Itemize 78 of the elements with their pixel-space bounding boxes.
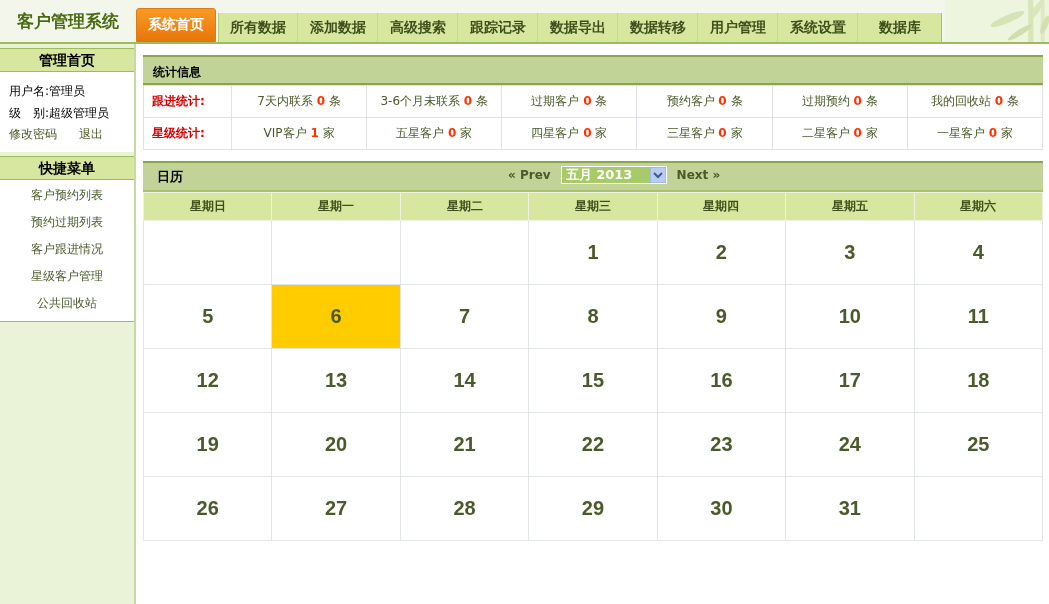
table-cell: 四星客户 0 家 xyxy=(501,117,637,150)
table-cell: 预约客户 0 条 xyxy=(636,85,773,118)
calendar-day[interactable]: 21 xyxy=(400,412,529,477)
calendar-day[interactable]: 13 xyxy=(271,348,401,413)
table-cell: 我的回收站 0 条 xyxy=(907,85,1043,118)
weekday-header: 星期日 xyxy=(143,192,272,221)
calendar-day[interactable]: 9 xyxy=(657,284,786,349)
nav-tab[interactable]: 用户管理 xyxy=(698,13,778,42)
calendar-day[interactable]: 18 xyxy=(914,348,1043,413)
calendar-day[interactable]: 12 xyxy=(143,348,272,413)
user-info: 级 别:超级管理员 xyxy=(9,105,111,122)
weekday-header: 星期四 xyxy=(657,192,786,221)
calendar-day[interactable]: 26 xyxy=(143,476,272,541)
calendar-day[interactable]: 29 xyxy=(528,476,658,541)
nav-tab[interactable]: 数据导出 xyxy=(538,13,618,42)
calendar-day[interactable]: 24 xyxy=(785,412,915,477)
nav-tab[interactable]: 系统设置 xyxy=(778,13,858,42)
sidebar-link[interactable]: 退出 xyxy=(79,124,103,144)
calendar-day[interactable]: 6 xyxy=(271,284,401,349)
calendar-day[interactable]: 10 xyxy=(785,284,915,349)
calendar-day[interactable]: 27 xyxy=(271,476,401,541)
sidebar-link[interactable]: 修改密码 xyxy=(9,124,57,144)
table-cell: VIP客户 1 家 xyxy=(231,117,367,150)
table-cell: 五星客户 0 家 xyxy=(366,117,502,150)
row-label: 星级统计: xyxy=(143,117,232,150)
table-cell: 二星客户 0 家 xyxy=(772,117,908,150)
calendar-day[interactable]: 20 xyxy=(271,412,401,477)
calendar-day[interactable]: 19 xyxy=(143,412,272,477)
logo: 客户管理系统 xyxy=(16,9,120,33)
row-label: 跟进统计: xyxy=(143,85,232,118)
calendar-day[interactable]: 22 xyxy=(528,412,658,477)
nav-tab[interactable]: 跟踪记录 xyxy=(458,13,538,42)
calendar-day[interactable]: 4 xyxy=(914,220,1043,285)
weekday-header: 星期六 xyxy=(914,192,1043,221)
calendar-day[interactable]: 30 xyxy=(657,476,786,541)
nav-tab[interactable]: 数据库 xyxy=(858,13,942,42)
calendar-day[interactable]: 25 xyxy=(914,412,1043,477)
menu-link[interactable]: 预约过期列表 xyxy=(0,209,134,236)
calendar-day[interactable]: 1 xyxy=(528,220,658,285)
weekday-header: 星期一 xyxy=(271,192,401,221)
panel-title: 统计信息 xyxy=(153,65,201,79)
nav-tab[interactable]: 所有数据 xyxy=(218,13,298,42)
dropdown-icon xyxy=(649,167,666,183)
calendar-day[interactable]: 17 xyxy=(785,348,915,413)
table-cell: 7天内联系 0 条 xyxy=(231,85,367,118)
menu-link[interactable]: 公共回收站 xyxy=(0,290,134,317)
calendar-day[interactable]: 15 xyxy=(528,348,658,413)
section-title: 管理首页 xyxy=(0,48,134,72)
weekday-header: 星期五 xyxy=(785,192,915,221)
table-cell: 过期预约 0 条 xyxy=(772,85,908,118)
calendar-day[interactable]: 16 xyxy=(657,348,786,413)
user-info: 用户名:管理员 xyxy=(9,83,87,100)
panel-title: 日历 xyxy=(157,167,183,186)
nav-tab[interactable]: 高级搜索 xyxy=(378,13,458,42)
calendar-day[interactable]: 11 xyxy=(914,284,1043,349)
nav-tab[interactable]: 添加数据 xyxy=(298,13,378,42)
menu-link[interactable]: 客户预约列表 xyxy=(0,182,134,209)
calendar-day[interactable]: 2 xyxy=(657,220,786,285)
calendar-day[interactable]: 31 xyxy=(785,476,915,541)
calendar-day[interactable]: 14 xyxy=(400,348,529,413)
table-cell: 过期客户 0 条 xyxy=(501,85,637,118)
table-cell: 一星客户 0 家 xyxy=(907,117,1043,150)
calendar-day[interactable]: 5 xyxy=(143,284,272,349)
calendar-day[interactable]: 3 xyxy=(785,220,915,285)
calendar-day[interactable]: 7 xyxy=(400,284,529,349)
menu-link[interactable]: 星级客户管理 xyxy=(0,263,134,290)
menu-link[interactable]: 客户跟进情况 xyxy=(0,236,134,263)
prev-link[interactable]: « Prev xyxy=(508,168,551,182)
calendar-day[interactable]: 28 xyxy=(400,476,529,541)
section-title: 快捷菜单 xyxy=(0,156,134,180)
weekday-header: 星期三 xyxy=(528,192,658,221)
weekday-header: 星期二 xyxy=(400,192,529,221)
nav-tab[interactable]: 数据转移 xyxy=(618,13,698,42)
calendar-day[interactable]: 8 xyxy=(528,284,658,349)
table-cell: 三星客户 0 家 xyxy=(636,117,773,150)
calendar-day[interactable]: 23 xyxy=(657,412,786,477)
table-cell: 3-6个月未联系 0 条 xyxy=(366,85,502,118)
next-link[interactable]: Next » xyxy=(676,168,721,182)
